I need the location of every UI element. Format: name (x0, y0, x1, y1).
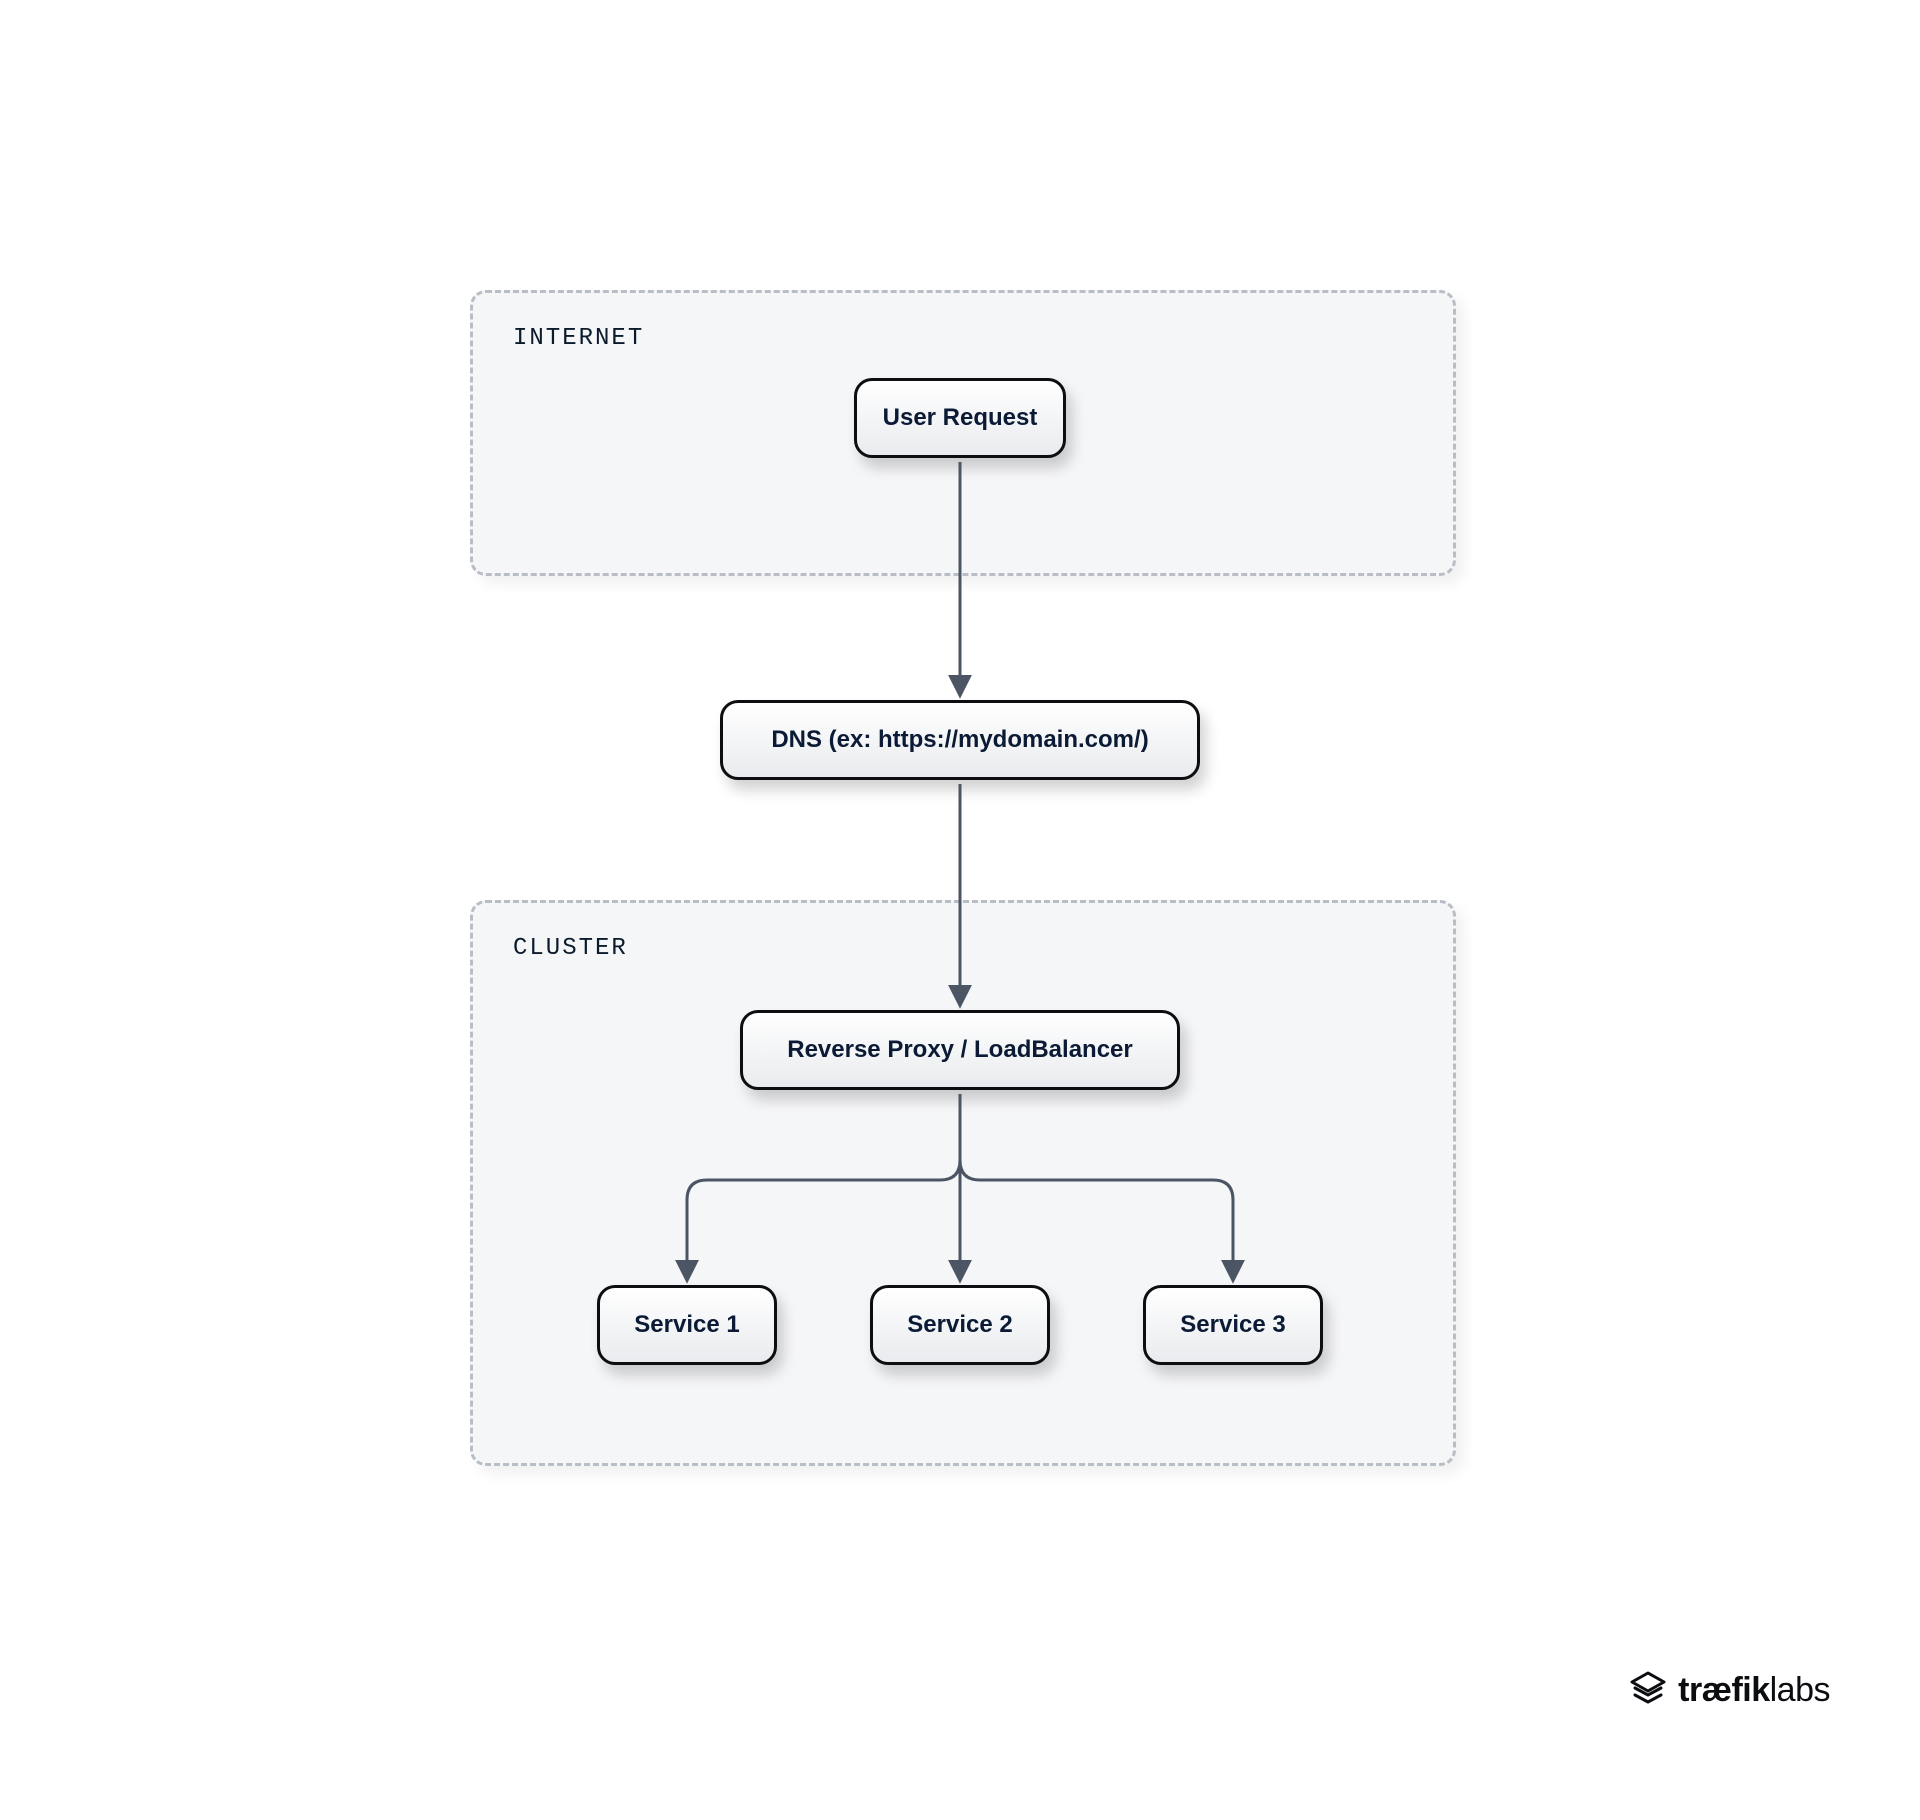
node-dns: DNS (ex: https://mydomain.com/) (720, 700, 1200, 780)
zone-cluster: CLUSTER (470, 900, 1456, 1466)
footer-logo: træfiklabs (1628, 1670, 1830, 1710)
footer-brand-light: labs (1770, 1671, 1830, 1709)
node-service-1: Service 1 (597, 1285, 777, 1365)
node-reverse-proxy-label: Reverse Proxy / LoadBalancer (787, 1036, 1133, 1064)
footer-brand-bold: træfik (1678, 1671, 1769, 1709)
node-service-3: Service 3 (1143, 1285, 1323, 1365)
footer-brand-text: træfiklabs (1678, 1671, 1830, 1710)
traefik-logo-icon (1628, 1670, 1668, 1710)
node-dns-label: DNS (ex: https://mydomain.com/) (771, 726, 1148, 754)
node-service-3-label: Service 3 (1180, 1311, 1285, 1339)
node-service-2: Service 2 (870, 1285, 1050, 1365)
node-service-2-label: Service 2 (907, 1311, 1012, 1339)
node-user-request-label: User Request (883, 404, 1038, 432)
node-user-request: User Request (854, 378, 1066, 458)
node-service-1-label: Service 1 (634, 1311, 739, 1339)
node-reverse-proxy: Reverse Proxy / LoadBalancer (740, 1010, 1180, 1090)
zone-cluster-label: CLUSTER (513, 935, 628, 962)
zone-internet-label: INTERNET (513, 325, 644, 352)
diagram-canvas: INTERNET CLUSTER User Request DNS (ex: h… (0, 0, 1920, 1820)
